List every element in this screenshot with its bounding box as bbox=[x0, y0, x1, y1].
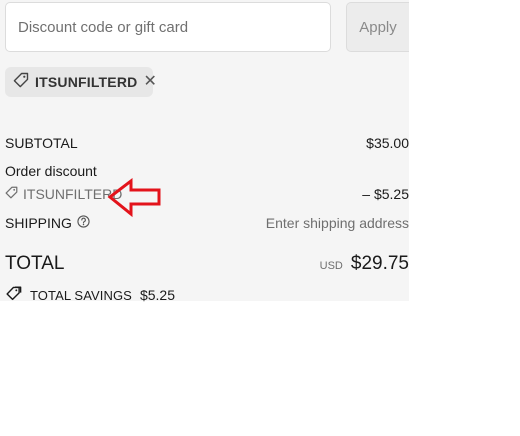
total-savings-label: TOTAL SAVINGS bbox=[30, 287, 132, 303]
tag-icon bbox=[13, 72, 29, 93]
subtotal-row: SUBTOTAL $35.00 bbox=[5, 135, 409, 153]
tag-icon bbox=[5, 186, 18, 202]
help-icon[interactable] bbox=[77, 215, 90, 231]
order-summary-panel: Apply ITSUNFILTERD ✕ SUBTOTAL $35.00 Ord… bbox=[0, 0, 409, 304]
red-arrow-annotation bbox=[107, 178, 161, 218]
discount-code-field[interactable] bbox=[5, 2, 331, 52]
tags-icon bbox=[5, 286, 22, 304]
total-currency: USD bbox=[319, 260, 343, 272]
discount-code-tag: ITSUNFILTERD bbox=[5, 186, 122, 202]
close-icon[interactable]: ✕ bbox=[143, 74, 156, 90]
discount-code-input[interactable] bbox=[6, 3, 330, 51]
applied-discount-chip: ITSUNFILTERD ✕ bbox=[5, 67, 157, 97]
total-savings-row: TOTAL SAVINGS $5.25 bbox=[5, 286, 409, 304]
order-discount-label: Order discount bbox=[5, 163, 97, 179]
subtotal-value: $35.00 bbox=[366, 135, 409, 151]
shipping-row: SHIPPING Enter shipping address bbox=[5, 215, 409, 233]
discount-value: – $5.25 bbox=[362, 186, 409, 202]
total-savings-value: $5.25 bbox=[139, 287, 176, 303]
apply-button[interactable]: Apply bbox=[346, 2, 409, 52]
total-value: $29.75 bbox=[350, 253, 409, 274]
shipping-value: Enter shipping address bbox=[265, 215, 409, 231]
total-row: TOTAL USD $29.75 bbox=[5, 253, 409, 279]
discount-line: ITSUNFILTERD – $5.25 bbox=[5, 186, 409, 204]
total-label: TOTAL bbox=[5, 253, 65, 274]
subtotal-label: SUBTOTAL bbox=[5, 135, 78, 151]
shipping-label: SHIPPING bbox=[5, 215, 72, 231]
applied-code-label: ITSUNFILTERD bbox=[35, 74, 138, 90]
